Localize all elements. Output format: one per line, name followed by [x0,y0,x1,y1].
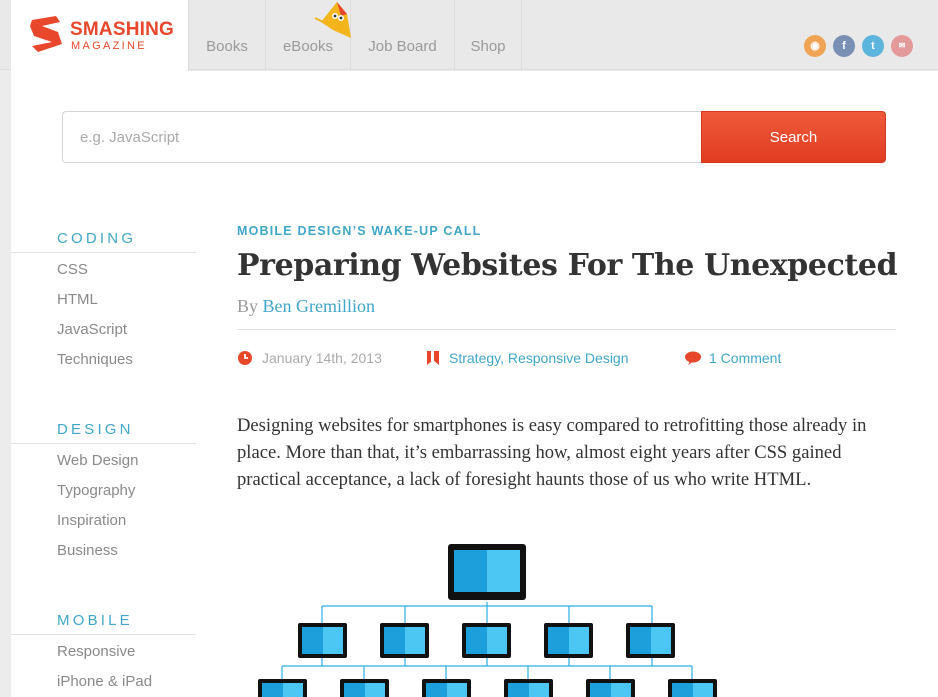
author-link[interactable]: Ben Gremillion [263,296,375,316]
nav-books[interactable]: Books [189,0,266,70]
twitter-icon[interactable]: t [862,35,884,57]
sidebar-link-inspiration[interactable]: Inspiration [57,512,126,529]
device-top [448,544,526,600]
main-nav: Books eBooks Job Board Shop [189,0,522,70]
sidebar-link-techniques[interactable]: Techniques [57,351,133,368]
nav-shop[interactable]: Shop [455,0,522,70]
sidebar-link-typography[interactable]: Typography [57,482,135,499]
comment-icon [685,351,701,365]
sidebar-link-html[interactable]: HTML [57,291,98,308]
clock-icon [238,351,252,365]
sidebar-heading-mobile[interactable]: MOBILE [57,612,133,629]
search-button[interactable]: Search [701,111,886,163]
article-intro: Designing websites for smartphones is ea… [237,415,867,490]
logo[interactable]: SMASHING MAGAZINE [11,0,189,71]
device-tree-illustration [258,544,717,697]
article-categories[interactable]: Strategy, Responsive Design [449,350,629,366]
sidebar-heading-design[interactable]: DESIGN [57,421,134,438]
sidebar-divider [11,252,196,253]
article-kicker[interactable]: MOBILE DESIGN’S WAKE-UP CALL [237,224,482,238]
sidebar-link-javascript[interactable]: JavaScript [57,321,127,338]
rss-icon[interactable]: ◉ [804,35,826,57]
logo-word-smashing: SMASHING [70,19,174,40]
comments-link[interactable]: 1 Comment [709,350,781,366]
sidebar-link-responsive[interactable]: Responsive [57,643,135,660]
smashing-s-icon [30,16,62,52]
nav-job-board[interactable]: Job Board [351,0,455,70]
article-title: Preparing Websites For The Unexpected [237,248,898,283]
sidebar-link-css[interactable]: CSS [57,261,88,278]
logo-word-magazine: MAGAZINE [71,40,147,52]
byline-prefix: By [237,296,259,316]
article-date: January 14th, 2013 [262,350,382,366]
sidebar-link-business[interactable]: Business [57,542,118,559]
byline: By Ben Gremillion [237,296,375,317]
sidebar-divider [11,634,196,635]
sidebar-link-web-design[interactable]: Web Design [57,452,138,469]
site-header: SMASHING MAGAZINE Books eBooks Job Board… [0,0,938,71]
facebook-icon[interactable]: f [833,35,855,57]
search-input[interactable] [62,111,702,163]
sidebar-divider [11,443,196,444]
email-icon[interactable]: ✉ [891,35,913,57]
meta-divider [237,329,896,330]
mascot-icon [314,2,351,38]
sidebar-heading-coding[interactable]: CODING [57,230,136,247]
sidebar-link-iphone-ipad[interactable]: iPhone & iPad [57,673,152,690]
bookmark-icon [427,351,439,365]
